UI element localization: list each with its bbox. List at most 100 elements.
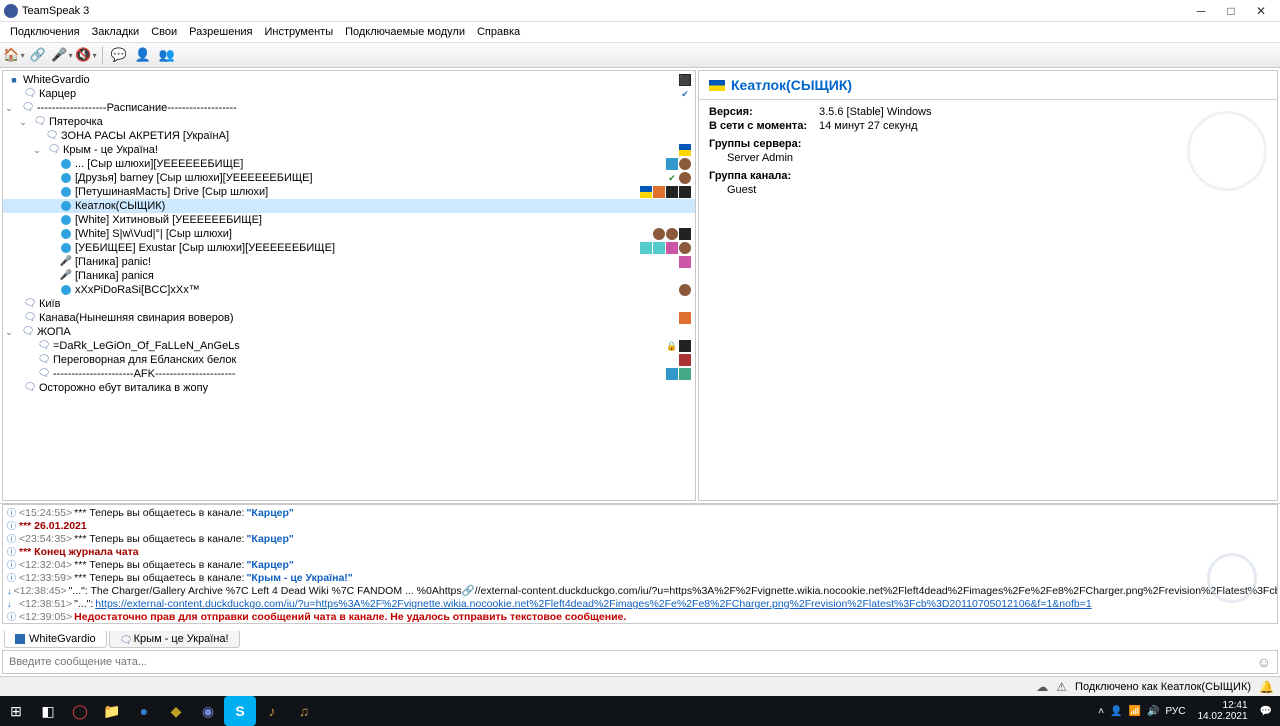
menu-plugins[interactable]: Подключаемые модули	[339, 24, 471, 40]
taskbar-app[interactable]: ◆	[160, 696, 192, 726]
channel-node[interactable]: Переговорная для Ебланских белок	[3, 353, 695, 367]
client-node[interactable]: [УЕБИЩЕЕ] Exustar [Сыр шлюхи][УЕЕЕЕЕЕБИЩ…	[3, 241, 695, 255]
menu-bookmarks[interactable]: Закладки	[86, 24, 146, 40]
channel-node[interactable]: ⌄Крым - це Україна!	[3, 143, 695, 157]
channel-node[interactable]: ⌄Пятерочка	[3, 115, 695, 129]
client-node[interactable]: [Паника] panicя	[3, 269, 695, 283]
channel-node[interactable]: ЗОНА РАСЫ АКРЕТИЯ [УкраїнА]	[3, 129, 695, 143]
channel-node[interactable]: ⌄ЖОПА	[3, 325, 695, 339]
collapse-icon[interactable]: ⌄	[31, 143, 43, 157]
client-icon	[61, 173, 71, 183]
taskbar-app-discord[interactable]: ◉	[192, 696, 224, 726]
collapse-icon[interactable]: ⌄	[17, 115, 29, 129]
label-channel-group: Группа канала:	[709, 170, 1267, 182]
tray-clock[interactable]: 12:41 14.02.2021	[1191, 700, 1253, 722]
channel-node[interactable]: Карцер✔	[3, 87, 695, 101]
label-version: Версия:	[709, 106, 819, 118]
client-node[interactable]: [White] S|w\Vud|°| [Сыр шлюхи]	[3, 227, 695, 241]
mute-speaker-button[interactable]: 🔇	[76, 45, 96, 65]
flag-ua-icon	[679, 144, 691, 156]
channel-node[interactable]: Канава(Нынешняя свинария воверов)	[3, 311, 695, 325]
app-icon	[4, 4, 18, 18]
taskbar-app[interactable]: ♪	[256, 696, 288, 726]
menu-connections[interactable]: Подключения	[4, 24, 86, 40]
emoji-button[interactable]: ☺	[1257, 654, 1271, 670]
menu-tools[interactable]: Инструменты	[259, 24, 340, 40]
info-icon: ⓘ	[7, 507, 17, 520]
connect-button[interactable]: 🏠	[4, 45, 24, 65]
tab-channel[interactable]: Крым - це Україна!	[109, 631, 240, 648]
close-button[interactable]: ✕	[1246, 1, 1276, 21]
warning-icon[interactable]: ⚠	[1056, 680, 1067, 694]
client-node-selected[interactable]: Кеатлок(СЫЩИК)	[3, 199, 695, 213]
taskbar-app[interactable]: ♫	[288, 696, 320, 726]
info-pane: Кеатлок(СЫЩИК) Версия:3.5.6 [Stable] Win…	[698, 70, 1278, 501]
client-node[interactable]: [Паника] panic!	[3, 255, 695, 269]
channel-node[interactable]: Осторожно ебут виталика в жопу	[3, 381, 695, 395]
tray-wifi-icon[interactable]: 📶	[1129, 706, 1141, 717]
channel-icon	[23, 87, 37, 101]
mute-mic-button[interactable]: 🎤	[52, 45, 72, 65]
channel-icon	[47, 143, 61, 157]
badge-icon	[679, 312, 691, 324]
badge-icon	[640, 242, 652, 254]
label-online: В сети с момента:	[709, 120, 819, 132]
collapse-icon[interactable]: ⌄	[3, 325, 15, 339]
down-icon: ↓	[7, 585, 12, 598]
taskbar-app-explorer[interactable]: 📁	[96, 696, 128, 726]
teamspeak-logo	[1187, 111, 1267, 191]
chat-link[interactable]: https://external-content.duckduckgo.com/…	[95, 598, 1091, 611]
value-channel-group: Guest	[727, 184, 1267, 196]
mic-muted-icon	[59, 269, 73, 283]
channel-node[interactable]: =DaRk_LeGiOn_Of_FaLLeN_AnGeLs	[3, 339, 695, 353]
channel-icon	[21, 325, 35, 339]
chat-button[interactable]: 💬	[109, 45, 129, 65]
maximize-button[interactable]: □	[1216, 1, 1246, 21]
notification-icon[interactable]: 🔔	[1259, 680, 1274, 694]
client-icon	[61, 243, 71, 253]
tray-chevron-icon[interactable]: ˄	[1098, 706, 1104, 717]
taskbar-app[interactable]: ◯	[64, 696, 96, 726]
collapse-icon[interactable]: ⌄	[3, 101, 15, 115]
menu-permissions[interactable]: Разрешения	[183, 24, 258, 40]
tray-volume-icon[interactable]: 🔊	[1147, 706, 1159, 717]
client-node[interactable]: [ПетушинаяМасть] Drive [Сыр шлюхи]	[3, 185, 695, 199]
taskbar-app-skype[interactable]: S	[224, 696, 256, 726]
value-version: 3.5.6 [Stable] Windows	[819, 106, 932, 118]
chat-log[interactable]: ⓘ<15:24:55> *** Теперь вы общаетесь в ка…	[2, 504, 1278, 624]
tray-notifications-icon[interactable]: 💬	[1260, 706, 1272, 717]
channel-icon	[45, 129, 59, 143]
channel-node[interactable]: ⌄-------------------Расписание----------…	[3, 101, 695, 115]
menu-self[interactable]: Свои	[145, 24, 183, 40]
minimize-button[interactable]: ─	[1186, 1, 1216, 21]
client-node[interactable]: ... [Сыр шлюхи][УЕЕЕЕЕЕБИЩЕ]	[3, 157, 695, 171]
server-tree[interactable]: WhiteGvardio⬛ Карцер✔ ⌄-----------------…	[2, 70, 696, 501]
channel-node[interactable]: Київ	[3, 297, 695, 311]
window-title: TeamSpeak 3	[22, 5, 89, 17]
client-node[interactable]: [White] Хитиновый [УЕЕЕЕЕЕБИЩЕ]	[3, 213, 695, 227]
taskbar-app[interactable]: ●	[128, 696, 160, 726]
client-icon	[61, 215, 71, 225]
badge-icon	[679, 172, 691, 184]
away-button[interactable]: 🔗	[28, 45, 48, 65]
menu-help[interactable]: Справка	[471, 24, 526, 40]
server-node[interactable]: WhiteGvardio⬛	[3, 73, 695, 87]
tab-server[interactable]: WhiteGvardio	[4, 631, 107, 648]
client-node[interactable]: [Друзья] barney [Сыр шлюхи][УЕЕЕЕЕЕБИЩЕ]	[3, 171, 695, 185]
tray-people-icon[interactable]: 👤	[1110, 706, 1122, 717]
badge-icon	[679, 340, 691, 352]
client-icon	[61, 229, 71, 239]
chat-input[interactable]	[9, 656, 1257, 668]
client-node[interactable]: xXxPiDoRaSi[BCC]xXx™	[3, 283, 695, 297]
task-view-button[interactable]: ◧	[32, 696, 64, 726]
channel-icon	[37, 367, 51, 381]
start-button[interactable]: ⊞	[0, 696, 32, 726]
channel-node[interactable]: ----------------------AFK---------------…	[3, 367, 695, 381]
cloud-icon[interactable]: ☁	[1036, 680, 1048, 694]
contacts-button[interactable]: 👤	[133, 45, 153, 65]
badge-icon	[679, 256, 691, 268]
chat-tabs: WhiteGvardio Крым - це Україна!	[0, 626, 1280, 648]
badge-icon	[666, 186, 678, 198]
tray-lang[interactable]: РУС	[1165, 706, 1185, 717]
whisper-button[interactable]: 👥	[157, 45, 177, 65]
